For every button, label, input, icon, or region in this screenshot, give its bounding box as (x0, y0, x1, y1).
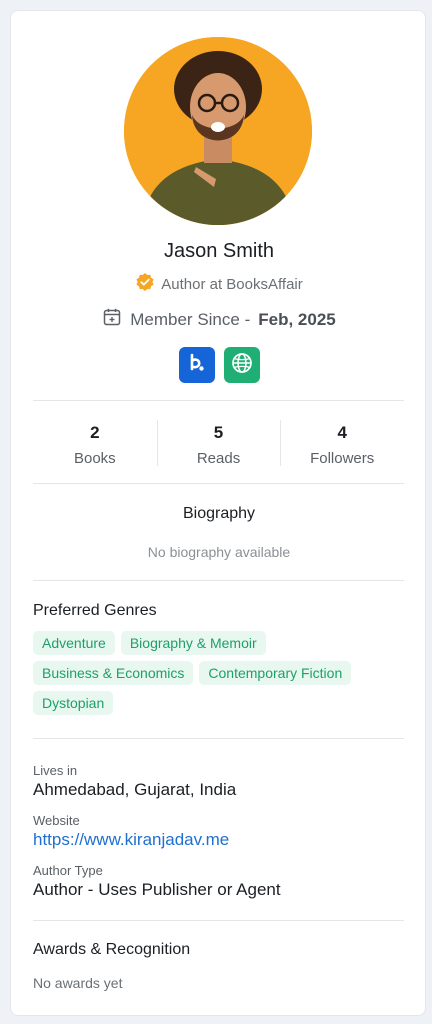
member-since-date: Feb, 2025 (258, 309, 336, 329)
biography-text: No biography available (147, 544, 291, 560)
member-since-label: Member Since - (130, 309, 251, 329)
stat-followers[interactable]: 4 Followers (280, 419, 404, 477)
stat-value: 4 (337, 423, 347, 442)
website-link-button[interactable] (223, 347, 260, 383)
stat-reads[interactable]: 5 Reads (156, 419, 281, 477)
author-stats: 2 Books 5 Reads 4 Followers (33, 419, 404, 477)
calendar-icon (102, 307, 122, 332)
stat-books[interactable]: 2 Books (33, 419, 157, 477)
divider (33, 483, 404, 484)
stat-value: 5 (213, 423, 224, 442)
genre-tags: Adventure Biography & Memoir Business & … (33, 631, 405, 715)
avatar (124, 37, 312, 225)
stat-label: Followers (310, 450, 375, 467)
verified-badge-icon (135, 272, 155, 296)
social-links (11, 347, 427, 383)
author-type-label: Author Type (33, 863, 103, 878)
website-label: Website (33, 813, 80, 828)
author-name: Jason Smith (163, 240, 275, 262)
genre-tag[interactable]: Contemporary Fiction (199, 661, 352, 685)
divider (33, 580, 404, 581)
booksaffair-logo-icon (187, 352, 207, 379)
divider (33, 920, 404, 921)
author-role: Author at BooksAffair (11, 272, 427, 296)
author-type-value: Author - Uses Publisher or Agent (33, 880, 281, 899)
divider (33, 738, 404, 739)
globe-icon (231, 352, 253, 379)
stat-value: 2 (90, 423, 100, 442)
awards-title: Awards & Recognition (33, 941, 191, 958)
member-since: Member Since - Feb, 2025 (11, 307, 427, 332)
divider (33, 400, 404, 401)
biography-title: Biography (182, 505, 256, 522)
website-link[interactable]: https://www.kiranjadav.me (33, 830, 229, 850)
stat-label: Reads (196, 450, 241, 467)
author-profile-card: Jason Smith Author at BooksAffair Member… (10, 10, 426, 1016)
role-label: Author at BooksAffair (161, 275, 303, 293)
lives-in-label: Lives in (33, 763, 78, 778)
awards-text: No awards yet (33, 975, 123, 991)
genre-tag[interactable]: Business & Economics (33, 661, 194, 685)
genres-title: Preferred Genres (33, 602, 157, 619)
lives-in-value: Ahmedabad, Gujarat, India (33, 780, 237, 799)
genre-tag[interactable]: Biography & Memoir (120, 631, 266, 655)
genre-tag[interactable]: Adventure (33, 631, 115, 655)
booksaffair-link-button[interactable] (178, 347, 215, 383)
genre-tag[interactable]: Dystopian (33, 691, 114, 715)
stat-label: Books (73, 450, 116, 467)
